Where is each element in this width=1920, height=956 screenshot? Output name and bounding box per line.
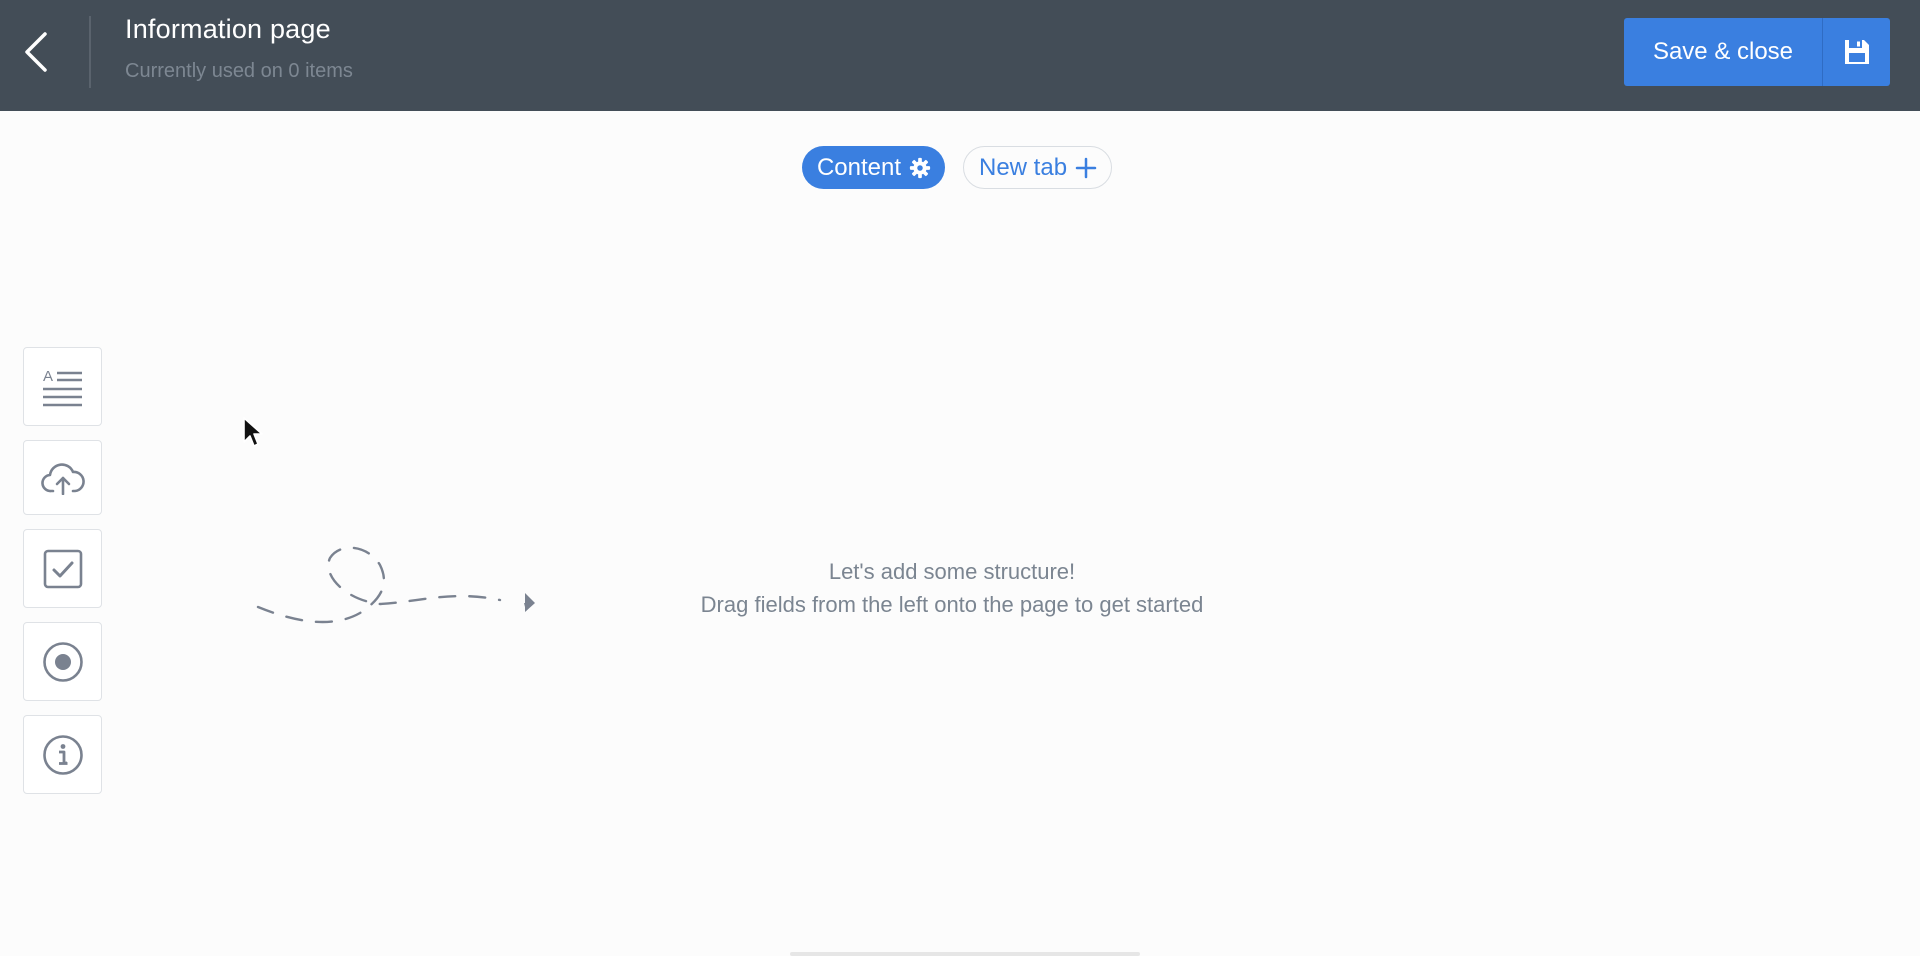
info-icon [42,734,83,775]
text-field-icon: A [42,368,82,406]
save-and-close-button[interactable]: Save & close [1624,18,1822,86]
dashed-arrow-illustration [256,546,535,624]
save-button-group: Save & close [1624,18,1890,86]
svg-text:A: A [43,368,53,385]
cloud-upload-icon [40,462,85,495]
empty-state-title: Let's add some structure! [828,559,1076,584]
empty-state-message: Let's add some structure! Drag fields fr… [560,555,1344,621]
back-button[interactable] [14,24,58,80]
chevron-left-icon [25,32,47,72]
save-button[interactable] [1822,18,1890,86]
empty-state-hint: Drag fields from the left onto the page … [700,592,1204,617]
text-field-button[interactable]: A [23,347,102,426]
usage-subtitle: Currently used on 0 items [125,60,353,82]
upload-field-button[interactable] [23,440,102,515]
gear-icon[interactable] [909,157,931,179]
checkbox-field-button[interactable] [23,529,102,608]
tab-label: New tab [979,153,1068,181]
floppy-disk-icon [1844,40,1869,64]
checkbox-icon [43,549,82,588]
top-bar: Information page Currently used on 0 ite… [0,0,1920,111]
new-tab-button[interactable]: New tab [963,146,1113,189]
info-field-button[interactable] [23,715,102,794]
radio-button-icon [42,641,83,682]
radio-field-button[interactable] [23,622,102,701]
plus-icon [1075,157,1097,179]
page-title: Information page [125,14,331,44]
tab-content[interactable]: Content [801,146,945,189]
tab-bar: Content New tab [0,146,1920,189]
tab-label: Content [816,153,901,181]
horizontal-scrollbar[interactable] [790,952,1140,956]
mouse-cursor-icon [243,417,263,447]
header-divider [89,16,91,88]
field-palette: A [23,347,102,808]
